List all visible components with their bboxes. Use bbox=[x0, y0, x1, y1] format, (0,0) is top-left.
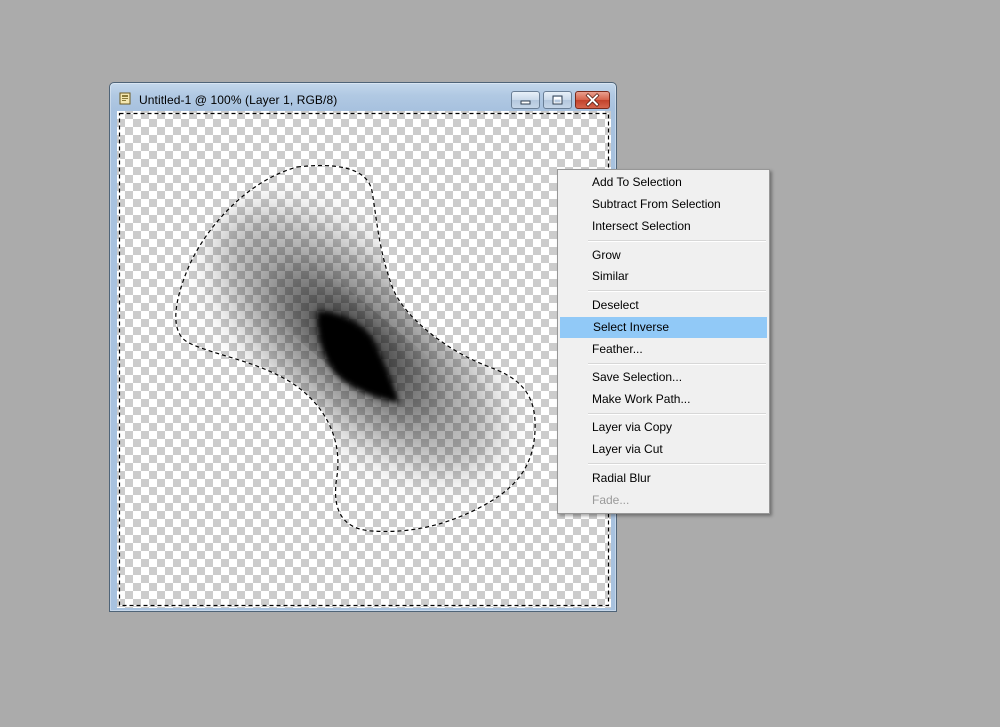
selection-context-menu[interactable]: Add To Selection Subtract From Selection… bbox=[557, 169, 770, 514]
menu-separator bbox=[588, 240, 766, 242]
menu-item-layer-via-cut[interactable]: Layer via Cut bbox=[560, 439, 767, 460]
restore-icon bbox=[552, 95, 563, 105]
menu-item-similar[interactable]: Similar bbox=[560, 266, 767, 287]
menu-item-deselect[interactable]: Deselect bbox=[560, 295, 767, 316]
document-titlebar[interactable]: Untitled-1 @ 100% (Layer 1, RGB/8) bbox=[110, 83, 616, 109]
menu-item-feather[interactable]: Feather... bbox=[560, 339, 767, 360]
document-title: Untitled-1 @ 100% (Layer 1, RGB/8) bbox=[139, 93, 338, 107]
close-icon bbox=[585, 93, 600, 107]
menu-item-save-selection[interactable]: Save Selection... bbox=[560, 367, 767, 388]
workspace: Untitled-1 @ 100% (Layer 1, RGB/8) Add T… bbox=[0, 0, 1000, 727]
menu-item-radial-blur[interactable]: Radial Blur bbox=[560, 468, 767, 489]
menu-item-subtract-from-selection[interactable]: Subtract From Selection bbox=[560, 194, 767, 215]
menu-item-make-work-path[interactable]: Make Work Path... bbox=[560, 389, 767, 410]
menu-separator bbox=[588, 463, 766, 465]
close-button[interactable] bbox=[575, 91, 610, 109]
menu-separator bbox=[588, 290, 766, 292]
document-window[interactable]: Untitled-1 @ 100% (Layer 1, RGB/8) bbox=[109, 82, 617, 612]
menu-item-select-inverse[interactable]: Select Inverse bbox=[560, 317, 767, 338]
document-canvas[interactable] bbox=[117, 111, 611, 608]
menu-item-layer-via-copy[interactable]: Layer via Copy bbox=[560, 417, 767, 438]
menu-separator bbox=[588, 413, 766, 415]
restore-button[interactable] bbox=[543, 91, 572, 109]
menu-item-fade: Fade... bbox=[592, 493, 630, 507]
menu-separator bbox=[588, 363, 766, 365]
minimize-icon bbox=[520, 100, 531, 105]
menu-item-grow[interactable]: Grow bbox=[560, 245, 767, 266]
menu-item-add-to-selection[interactable]: Add To Selection bbox=[560, 172, 767, 193]
photoshop-document-icon bbox=[119, 92, 132, 105]
menu-item-intersect-selection[interactable]: Intersect Selection bbox=[560, 216, 767, 237]
canvas-artwork bbox=[118, 112, 610, 607]
minimize-button[interactable] bbox=[511, 91, 540, 109]
